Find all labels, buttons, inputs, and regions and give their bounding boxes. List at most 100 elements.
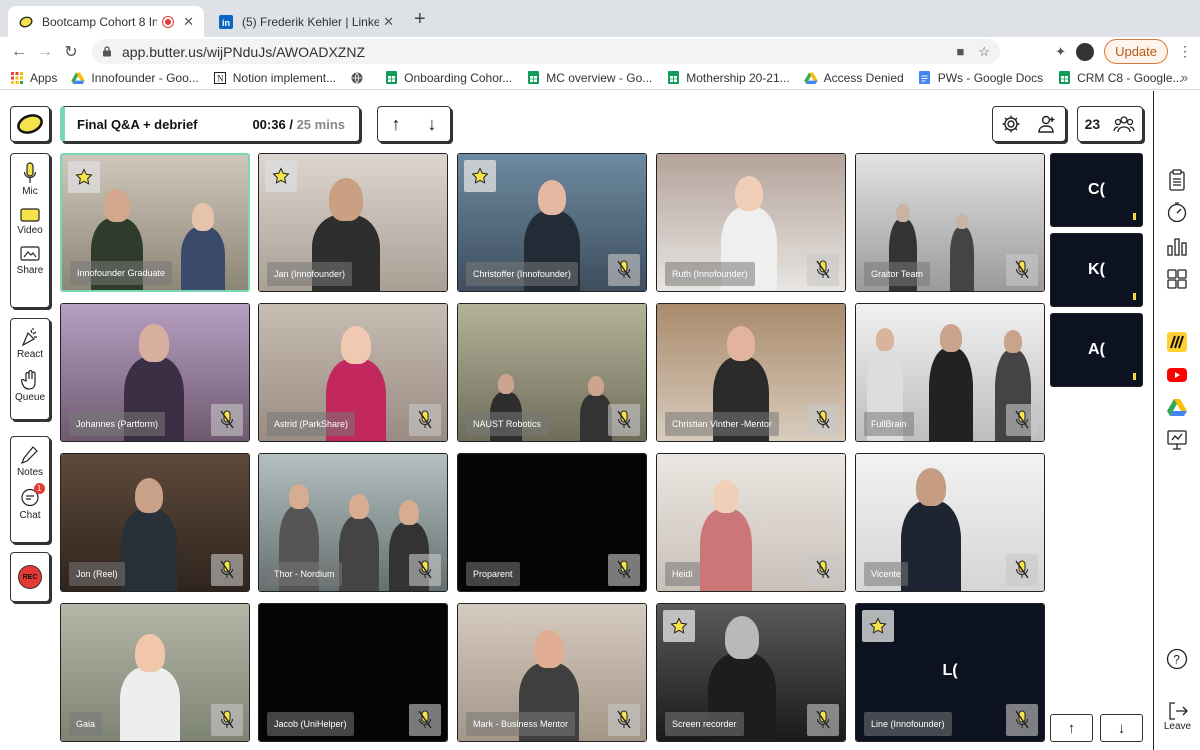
miro-icon[interactable] — [1166, 331, 1188, 353]
record-button[interactable]: REC — [10, 552, 50, 602]
add-person-icon[interactable] — [1037, 114, 1057, 134]
bookmark-item[interactable]: PWs - Google Docs — [918, 71, 1043, 85]
linkedin-favicon: in — [218, 14, 234, 30]
close-tab-icon[interactable]: ✕ — [183, 14, 194, 30]
participant-tile[interactable]: Innofounder Graduate — [60, 153, 250, 292]
tab-butter[interactable]: Bootcamp Cohort 8 Innofo ✕ — [8, 6, 204, 37]
participant-tile[interactable]: Thor - Nordium — [258, 453, 448, 592]
participant-name: Johannes (Partform) — [69, 412, 166, 436]
drive-icon — [71, 71, 86, 85]
butter-logo[interactable] — [10, 106, 50, 142]
help-icon[interactable]: ? — [1166, 648, 1188, 670]
grid-page-up-button[interactable]: ↑ — [1050, 714, 1093, 742]
drive-icon — [803, 71, 818, 85]
clipboard-icon[interactable] — [1166, 169, 1188, 191]
overflow-participant-tile[interactable]: K( — [1050, 233, 1143, 307]
more-bookmarks-icon[interactable]: » — [1181, 70, 1188, 85]
bookmarks-bar: Apps Innofounder - Goo... N Notion implemen… — [0, 66, 1200, 90]
star-icon[interactable] — [862, 610, 894, 642]
people-icon — [1113, 116, 1136, 133]
participant-tile[interactable]: Jon (Reel) — [60, 453, 250, 592]
participant-face — [139, 324, 169, 362]
participant-tile[interactable]: NAUST Robotics — [457, 303, 647, 442]
mic-muted-icon — [211, 404, 243, 436]
queue-button[interactable]: Queue — [15, 370, 45, 403]
participant-tile[interactable]: Johannes (Partform) — [60, 303, 250, 442]
agenda-block[interactable]: Final Q&A + debrief 00:36 / 25 mins — [60, 106, 360, 142]
participant-tile[interactable]: Ruth (Innofounder) — [656, 153, 846, 292]
bookmark-item[interactable]: Mothership 20-21... — [666, 70, 790, 85]
participant-tile[interactable]: Jacob (UniHelper) — [258, 603, 448, 742]
bookmark-item[interactable]: Onboarding Cohor... — [384, 71, 512, 85]
profile-avatar[interactable] — [1076, 42, 1095, 61]
bookmark-item[interactable]: N Notion implement... — [213, 71, 336, 85]
chat-button[interactable]: 1 Chat — [19, 483, 45, 521]
mic-button[interactable]: Mic — [22, 162, 38, 197]
extensions-icon[interactable]: ✦ — [1055, 44, 1066, 60]
share-button[interactable]: Share — [17, 246, 43, 276]
participant-tile[interactable]: Vicente — [855, 453, 1045, 592]
participant-tile[interactable]: Proparent — [457, 453, 647, 592]
grid-layout-icon[interactable] — [1166, 268, 1188, 290]
overflow-participant-tile[interactable]: A( — [1050, 313, 1143, 387]
forward-icon[interactable]: → — [32, 43, 58, 61]
reload-icon[interactable]: ↻ — [58, 42, 84, 62]
bookmark-item[interactable]: Apps — [10, 71, 57, 85]
participant-name: Jon (Reel) — [69, 562, 125, 586]
bookmark-item[interactable]: MC overview - Go... — [526, 71, 652, 85]
participant-tile[interactable]: Gaia — [60, 603, 250, 742]
close-tab-icon[interactable]: ✕ — [383, 14, 394, 30]
participant-name: Christian Vinther -Mentor — [665, 412, 779, 436]
audio-level-icon — [1133, 373, 1136, 380]
elapsed-time: 00:36 — [252, 116, 286, 132]
youtube-icon[interactable] — [1166, 364, 1188, 386]
video-button[interactable]: Video — [17, 207, 43, 236]
participant-name: Jacob (UniHelper) — [267, 712, 354, 736]
star-icon[interactable] — [265, 160, 297, 192]
participant-tile[interactable]: Mark - Business Mentor — [457, 603, 647, 742]
participant-name: Ruth (Innofounder) — [665, 262, 755, 286]
bar-chart-icon[interactable] — [1166, 235, 1188, 257]
participant-face — [534, 630, 564, 668]
participant-tile[interactable]: Jan (Innofounder) — [258, 153, 448, 292]
timer-icon[interactable] — [1166, 201, 1188, 223]
participant-tile[interactable]: Heidi — [656, 453, 846, 592]
star-icon[interactable] — [663, 610, 695, 642]
arrow-up-icon[interactable]: ↑ — [392, 114, 401, 135]
new-tab-icon[interactable]: + — [414, 8, 426, 31]
participant-tile[interactable]: Graitor Team — [855, 153, 1045, 292]
participant-tile[interactable]: Christian Vinther -Mentor — [656, 303, 846, 442]
participant-tile[interactable]: L(Line (Innofounder) — [855, 603, 1045, 742]
bookmark-item[interactable]: Access Denied — [803, 71, 904, 85]
whiteboard-icon[interactable] — [1166, 429, 1188, 451]
address-bar[interactable]: app.butter.us/wijPNduJs/AWOADXZNZ ■ ☆ — [92, 39, 1000, 64]
av-controls: Mic Video Share — [10, 153, 50, 308]
bookmark-label: Mothership 20-21... — [686, 70, 790, 85]
gear-icon[interactable] — [1001, 114, 1021, 134]
bookmark-item[interactable]: CRM C8 - Google... — [1057, 71, 1182, 85]
notes-button[interactable]: Notes — [17, 445, 43, 478]
bookmark-item[interactable]: Innofounder - Goo... — [71, 71, 199, 85]
bookmark-star-icon[interactable]: ☆ — [978, 44, 990, 60]
star-icon[interactable] — [68, 161, 100, 193]
camera-in-use-icon[interactable]: ■ — [956, 44, 964, 60]
star-icon[interactable] — [464, 160, 496, 192]
participant-tile[interactable]: Screen recorder — [656, 603, 846, 742]
arrow-down-icon[interactable]: ↓ — [428, 114, 437, 135]
update-button[interactable]: Update — [1104, 39, 1168, 64]
agenda-title: Final Q&A + debrief — [77, 116, 198, 132]
participant-tile[interactable]: Christoffer (Innofounder) — [457, 153, 647, 292]
docs-icon — [918, 71, 932, 85]
participant-tile[interactable]: FullBrain — [855, 303, 1045, 442]
overflow-participant-tile[interactable]: C( — [1050, 153, 1143, 227]
participant-tile[interactable]: Astrid (ParkShare) — [258, 303, 448, 442]
bookmark-item[interactable] — [350, 71, 370, 85]
react-button[interactable]: React — [17, 327, 43, 360]
leave-button[interactable]: Leave — [1154, 701, 1200, 732]
participants-button[interactable]: 23 — [1077, 106, 1143, 142]
grid-page-down-button[interactable]: ↓ — [1100, 714, 1143, 742]
google-drive-icon[interactable] — [1166, 396, 1188, 418]
back-icon[interactable]: ← — [6, 43, 32, 61]
browser-menu-icon[interactable]: ⋮ — [1178, 43, 1192, 60]
tab-linkedin[interactable]: in (5) Frederik Kehler | LinkedIn ✕ — [208, 6, 404, 37]
